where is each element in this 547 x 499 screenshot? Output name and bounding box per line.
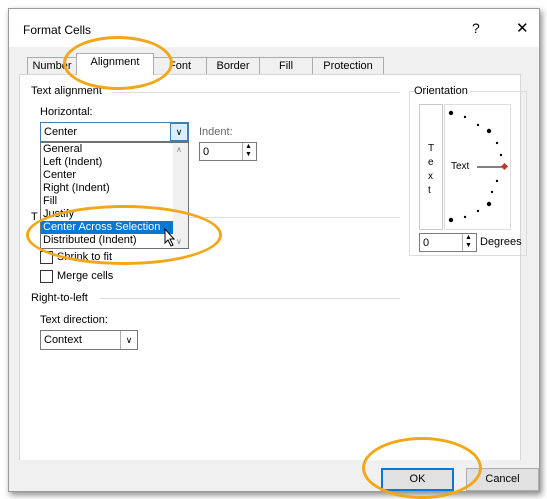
degrees-spinner[interactable]: 0 ▲ ▼ (419, 233, 477, 252)
spin-up-icon[interactable]: ▲ (465, 234, 472, 241)
vertical-letter: x (428, 171, 433, 182)
chevron-down-icon[interactable]: ∨ (170, 123, 188, 141)
list-item[interactable]: Distributed (Indent) (41, 234, 173, 247)
close-icon[interactable]: ✕ (516, 19, 529, 37)
right-to-left-divider (100, 298, 400, 299)
vertical-text-box[interactable]: T e x t (419, 104, 443, 230)
list-item[interactable]: Right (Indent) (41, 182, 173, 195)
text-control-divider (190, 217, 400, 218)
tab-alignment[interactable]: Alignment (76, 53, 154, 75)
vertical-letter: e (428, 157, 434, 168)
horizontal-label: Horizontal: (40, 106, 93, 118)
degrees-label: Degrees (480, 236, 522, 248)
orientation-heading: Orientation (414, 85, 470, 97)
ok-button[interactable]: OK (381, 468, 454, 491)
tab-font[interactable]: Font (153, 57, 207, 75)
degrees-spin-buttons[interactable]: ▲ ▼ (462, 234, 476, 251)
list-item[interactable]: General (41, 143, 173, 156)
spin-up-icon[interactable]: ▲ (245, 143, 252, 150)
help-button[interactable]: ? (472, 20, 480, 36)
list-item-selected[interactable]: Center Across Selection (41, 221, 173, 234)
vertical-letter: T (428, 143, 435, 154)
horizontal-value: Center (44, 126, 78, 138)
tab-number[interactable]: Number (27, 57, 77, 75)
text-direction-value: Context (44, 334, 82, 346)
indent-label: Indent: (199, 126, 233, 138)
tab-border-label: Border (216, 60, 250, 72)
merge-cells-checkbox[interactable] (40, 270, 53, 283)
list-item[interactable]: Left (Indent) (41, 156, 173, 169)
tab-fill-label: Fill (278, 60, 294, 72)
list-item[interactable]: Center (41, 169, 173, 182)
degrees-value: 0 (423, 237, 430, 249)
indent-value: 0 (203, 146, 210, 158)
mouse-cursor-icon (164, 228, 176, 247)
text-alignment-heading: Text alignment (31, 85, 102, 97)
list-item[interactable]: Fill (41, 195, 173, 208)
text-direction-label: Text direction: (40, 314, 108, 326)
cancel-button[interactable]: Cancel (466, 468, 539, 491)
chevron-down-icon[interactable]: ∨ (120, 331, 137, 349)
spin-down-icon[interactable]: ▼ (465, 242, 472, 249)
spin-down-icon[interactable]: ▼ (245, 151, 252, 158)
tab-fill[interactable]: Fill (259, 57, 313, 75)
text-alignment-divider (112, 92, 400, 93)
indent-spin-buttons[interactable]: ▲ ▼ (242, 143, 256, 160)
shrink-to-fit-checkbox[interactable] (40, 251, 53, 264)
title-bar: Format Cells ? ✕ (9, 9, 539, 47)
merge-cells-label: Merge cells (57, 270, 114, 282)
dial-text-label: Text (451, 161, 470, 172)
indent-spinner[interactable]: 0 ▲ ▼ (199, 142, 257, 161)
dialog-title: Format Cells (23, 23, 92, 37)
text-control-heading: T (31, 211, 38, 223)
tab-number-label: Number (32, 60, 72, 72)
tab-alignment-label: Alignment (90, 56, 140, 68)
vertical-letter: t (428, 185, 431, 196)
dialog-footer (9, 460, 537, 489)
tab-font-label: Font (168, 60, 191, 72)
text-direction-dropdown[interactable]: Context ∨ (40, 330, 138, 350)
tab-protection[interactable]: Protection (312, 57, 384, 75)
right-to-left-heading: Right-to-left (31, 292, 88, 304)
tab-protection-label: Protection (323, 60, 373, 72)
list-item[interactable]: Justify (41, 208, 173, 221)
horizontal-dropdown[interactable]: Center ∨ (40, 122, 189, 142)
orientation-dial[interactable]: Text (444, 104, 511, 230)
shrink-to-fit-label: Shrink to fit (57, 251, 113, 263)
scroll-up-icon[interactable]: ∧ (176, 145, 182, 154)
tab-border[interactable]: Border (206, 57, 260, 75)
